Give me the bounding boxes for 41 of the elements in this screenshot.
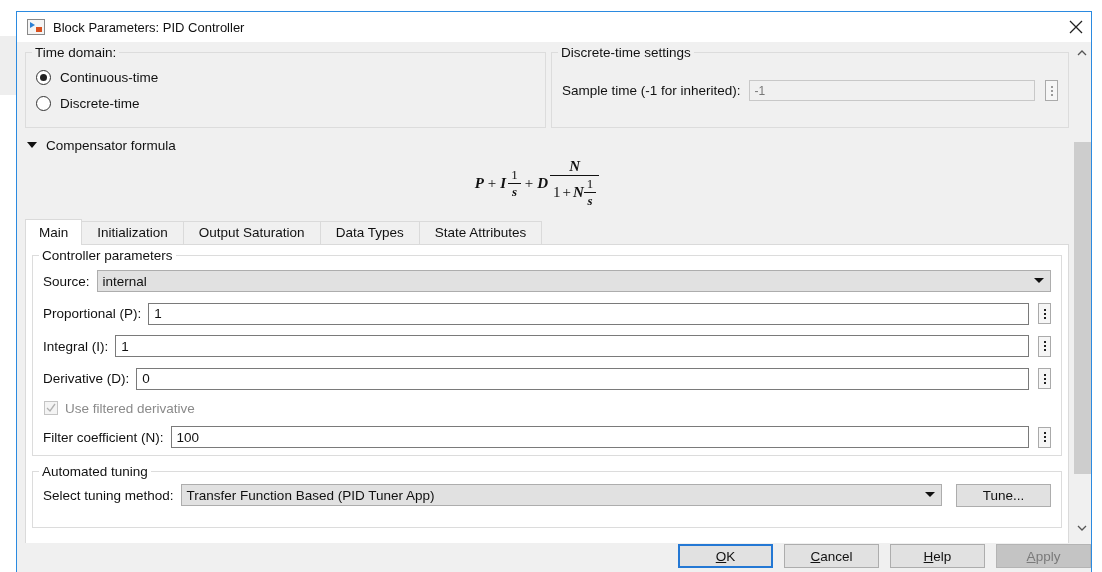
tune-button[interactable]: Tune...	[956, 483, 1051, 507]
parameter-field[interactable]: 100	[170, 426, 1029, 449]
scrollbar-thumb[interactable]	[1073, 142, 1091, 474]
more-options-button[interactable]	[1038, 335, 1051, 357]
more-options-button[interactable]	[1038, 426, 1051, 448]
compensator-toggle[interactable]: Compensator formula	[25, 137, 1069, 153]
group-title: Controller parameters	[41, 248, 174, 263]
field-label: Integral (I):	[43, 338, 109, 354]
dialog-button[interactable]: OK	[678, 544, 773, 568]
field-label: Proportional (P):	[43, 306, 142, 322]
caret-icon	[925, 492, 935, 499]
tuning-method-dropdown[interactable]: Transfer Function Based (PID Tuner App)	[180, 484, 942, 507]
radio-button[interactable]	[36, 69, 51, 85]
expand-icon[interactable]	[27, 141, 37, 149]
caret-icon	[1034, 278, 1044, 285]
group-title: Automated tuning	[41, 464, 149, 479]
block-icon	[27, 19, 45, 35]
parameter-field[interactable]: 0	[136, 367, 1029, 390]
dialog-button[interactable]: Cancel	[784, 544, 879, 568]
field-label: Sample time (-1 for inherited):	[562, 83, 741, 98]
field-label: Derivative (D):	[43, 371, 130, 387]
radio-option[interactable]: Continuous-time	[36, 64, 535, 90]
parameter-field[interactable]: 1	[148, 302, 1029, 325]
scroll-up-icon[interactable]	[1077, 50, 1087, 56]
tab[interactable]: State Attributes	[418, 221, 543, 244]
more-options-button[interactable]	[1038, 303, 1051, 325]
radio-option[interactable]: Discrete-time	[36, 90, 535, 116]
tab[interactable]: Main	[25, 219, 83, 245]
parameter-field[interactable]: 1	[115, 335, 1029, 358]
field-label: Source:	[43, 273, 90, 289]
scroll-down-icon[interactable]	[1077, 525, 1087, 531]
field-label: Filter coefficient (N):	[43, 429, 164, 445]
source-dropdown[interactable]: internal	[96, 270, 1051, 293]
more-options-button[interactable]	[1038, 368, 1051, 390]
radio-button[interactable]	[36, 95, 51, 111]
field-label: Select tuning method:	[43, 487, 174, 503]
group-title: Discrete-time settings	[560, 45, 692, 60]
window-title: Block Parameters: PID Controller	[53, 19, 245, 35]
dialog-button[interactable]: Help	[890, 544, 985, 568]
group-title: Time domain:	[34, 45, 118, 60]
close-icon[interactable]	[1069, 20, 1083, 34]
